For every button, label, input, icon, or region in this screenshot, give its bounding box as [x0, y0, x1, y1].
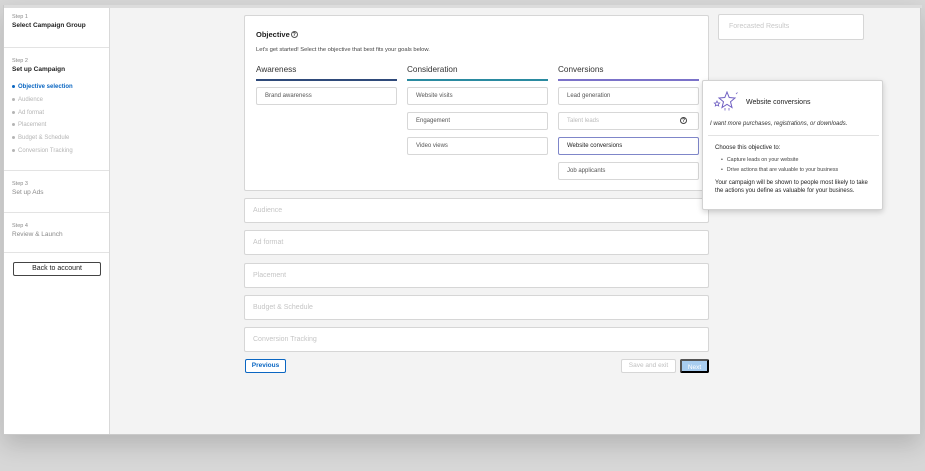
objective-intro: Let's get started! Select the objective … [256, 47, 430, 53]
column-color-bar [558, 79, 699, 81]
column-heading: Consideration [407, 65, 458, 74]
help-icon[interactable]: ? [290, 31, 298, 38]
active-dot-icon [12, 84, 15, 88]
column-heading: Conversions [558, 65, 604, 74]
sidebar-step-4[interactable]: Step 4 Review & Launch [4, 213, 109, 253]
popover-quote: I want more purchases, registrations, or… [710, 121, 848, 127]
objective-card: Objective? Let's get started! Select the… [244, 15, 709, 191]
list-item: Drive actions that are valuable to your … [721, 165, 838, 175]
bullet-dot-icon [12, 136, 15, 140]
step-number: Step 4 [12, 223, 28, 229]
option-lead-generation[interactable]: Lead generation [558, 87, 699, 105]
option-label: Talent leads [567, 118, 600, 124]
substep-conversion-tracking[interactable]: Conversion Tracking [12, 145, 109, 158]
substep-placement[interactable]: Placement [12, 119, 109, 132]
option-engagement[interactable]: Engagement [407, 112, 548, 130]
substep-objective-selection[interactable]: Objective selection [12, 81, 109, 94]
forecasted-results-panel: Forecasted Results [718, 14, 864, 40]
awareness-column: Awareness Brand awareness [256, 65, 397, 112]
substep-label: Objective selection [18, 84, 73, 90]
help-icon[interactable]: ? [680, 117, 687, 124]
popover-choose-label: Choose this objective to: [715, 145, 781, 151]
option-job-applicants[interactable]: Job applicants [558, 162, 699, 180]
objective-title-text: Objective [256, 30, 290, 39]
option-brand-awareness[interactable]: Brand awareness [256, 87, 397, 105]
section-conversion-tracking[interactable]: Conversion Tracking [244, 327, 709, 352]
previous-button[interactable]: Previous [245, 359, 286, 373]
window-top-bar [4, 5, 922, 8]
setup-sidebar: Step 1 Select Campaign Group Step 2 Set … [4, 8, 110, 434]
step-title: Review & Launch [12, 231, 63, 238]
popover-note: Your campaign will be shown to people mo… [715, 180, 868, 194]
sidebar-step-2: Step 2 Set up Campaign Objective selecti… [4, 48, 109, 171]
substep-label: Conversion Tracking [18, 147, 73, 154]
section-budget-schedule[interactable]: Budget & Schedule [244, 295, 709, 320]
column-heading: Awareness [256, 65, 297, 74]
bullet-dot-icon [12, 148, 15, 152]
step-number: Step 2 [12, 58, 28, 64]
save-and-exit-button[interactable]: Save and exit [621, 359, 676, 373]
bullet-dot-icon [12, 123, 15, 127]
list-item: Capture leads on your website [721, 155, 838, 165]
substep-label: Budget & Schedule [18, 135, 70, 142]
step-number: Step 3 [12, 181, 28, 187]
conversions-column: Conversions Lead generation Talent leads… [558, 65, 699, 187]
substep-ad-format[interactable]: Ad format [12, 107, 109, 120]
option-website-conversions[interactable]: Website conversions [558, 137, 699, 155]
popover-bullet-list: Capture leads on your website Drive acti… [721, 155, 838, 175]
step-title: Select Campaign Group [12, 22, 86, 29]
next-button[interactable]: Next [680, 359, 709, 373]
substep-label: Ad format [18, 109, 45, 116]
objective-tooltip-popover: Website conversions I want more purchase… [702, 80, 883, 210]
sidebar-step-1[interactable]: Step 1 Select Campaign Group [4, 8, 109, 48]
option-website-visits[interactable]: Website visits [407, 87, 548, 105]
objective-title: Objective? [256, 30, 298, 39]
option-video-views[interactable]: Video views [407, 137, 548, 155]
sparkle-stars-icon [713, 91, 738, 111]
back-to-account-button[interactable]: Back to account [13, 262, 101, 276]
substep-budget-schedule[interactable]: Budget & Schedule [12, 132, 109, 145]
step-2-substeps: Objective selection Audience Ad format P… [12, 81, 109, 158]
substep-audience[interactable]: Audience [12, 94, 109, 107]
section-audience[interactable]: Audience [244, 198, 709, 223]
campaign-manager-window: Step 1 Select Campaign Group Step 2 Set … [3, 5, 922, 435]
popover-divider [708, 135, 879, 136]
step-title: Set up Ads [12, 189, 44, 196]
column-color-bar [407, 79, 548, 81]
bullet-dot-icon [12, 97, 15, 101]
step-title: Set up Campaign [12, 66, 66, 73]
sidebar-step-3[interactable]: Step 3 Set up Ads [4, 171, 109, 213]
section-ad-format[interactable]: Ad format [244, 230, 709, 255]
option-talent-leads[interactable]: Talent leads? [558, 112, 699, 130]
popover-title: Website conversions [746, 99, 811, 106]
section-placement[interactable]: Placement [244, 263, 709, 288]
column-color-bar [256, 79, 397, 81]
substep-label: Placement [18, 122, 47, 129]
bullet-dot-icon [12, 110, 15, 114]
substep-label: Audience [18, 96, 44, 103]
consideration-column: Consideration Website visits Engagement … [407, 65, 548, 162]
step-number: Step 1 [12, 14, 28, 20]
